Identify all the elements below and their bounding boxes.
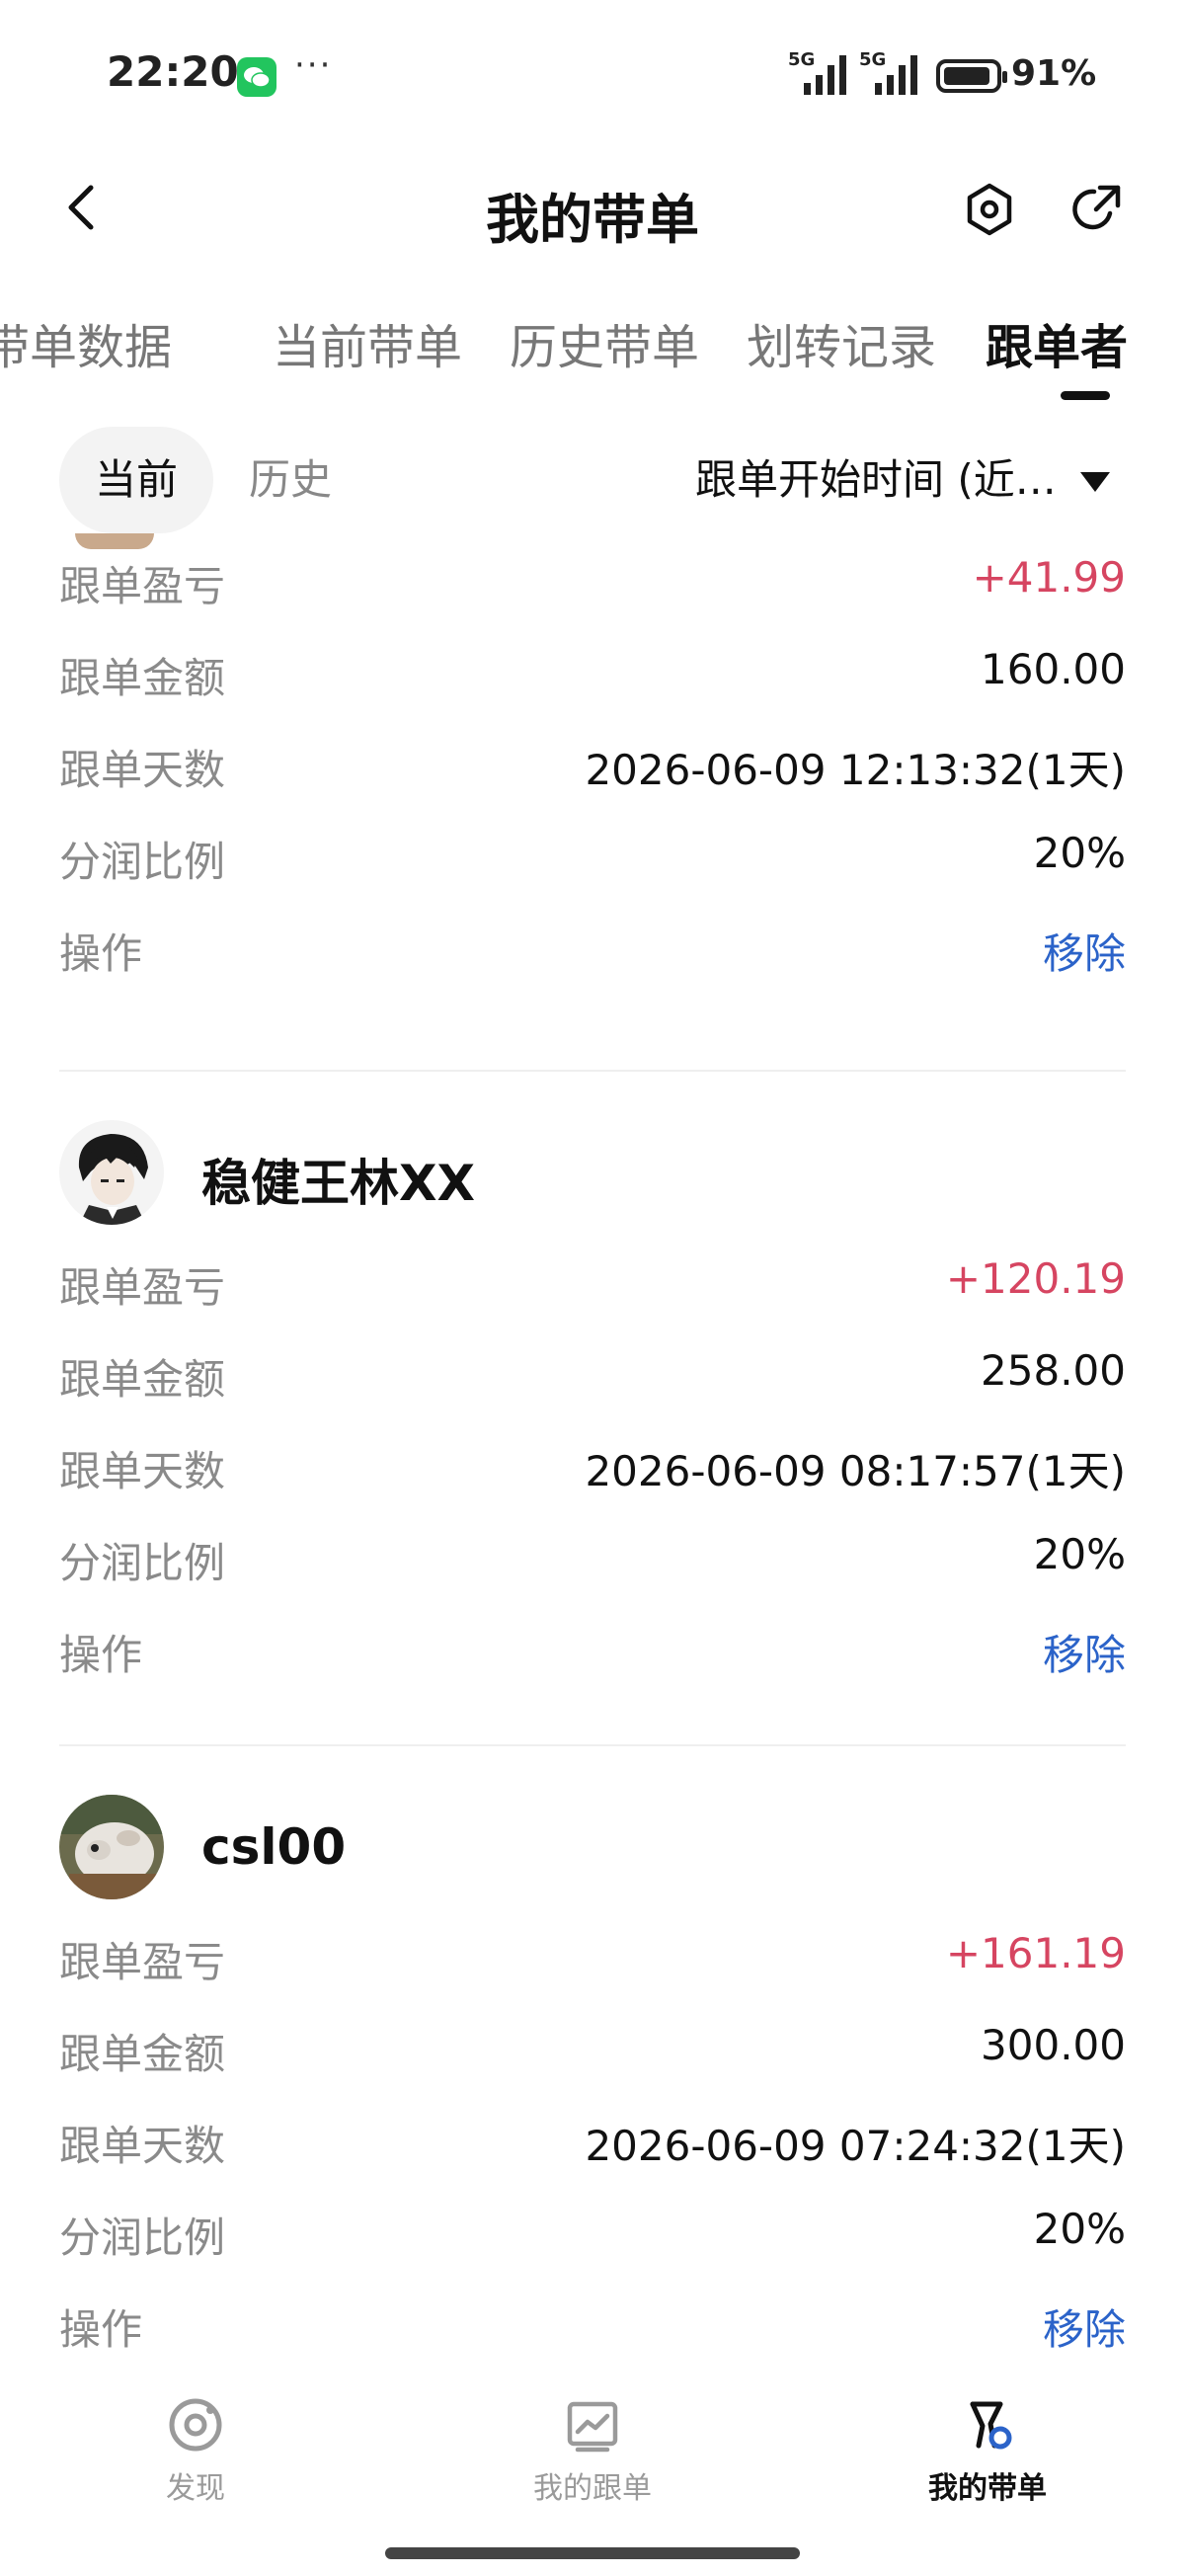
sort-dropdown[interactable]: 跟单开始时间 (近… [695,427,1149,533]
tab-active-indicator [1061,391,1110,400]
row-share-ratio: 分润比例 20% [59,1510,1126,1602]
row-amount: 跟单金额 160.00 [59,625,1126,717]
battery-percent: 91% [1011,53,1097,94]
remove-button[interactable]: 移除 [1043,921,1126,981]
segment-current[interactable]: 当前 [59,427,213,533]
nav-discover[interactable]: 发现 [77,2396,314,2525]
avatar[interactable] [59,1120,164,1225]
nav-label: 我的跟单 [533,2471,652,2506]
tab-bar: 带单数据 当前带单 历史带单 划转记录 跟单者 [0,296,1185,405]
remove-button[interactable]: 移除 [1043,2296,1126,2357]
tab-current-leads[interactable]: 当前带单 [273,308,462,377]
value-amount: 160.00 [981,645,1126,693]
share-icon[interactable] [1065,178,1128,241]
follower-card: 稳健王林XX 跟单盈亏 +120.19 跟单金额 258.00 跟单天数 202… [59,1106,1126,1694]
remove-button[interactable]: 移除 [1043,1622,1126,1682]
app-header: 我的带单 [0,158,1185,257]
label-action: 操作 [59,929,143,978]
label-share-ratio: 分润比例 [59,1539,226,1587]
value-pnl: +120.19 [945,1254,1126,1303]
value-pnl: +161.19 [945,1929,1126,1977]
caret-down-icon [1080,472,1110,492]
row-pnl: 跟单盈亏 +161.19 [59,1909,1126,2001]
follower-name: csl00 [201,1818,347,1876]
status-more-dots: ··· [294,45,333,85]
label-share-ratio: 分润比例 [59,838,226,886]
value-days: 2026-06-09 12:13:32(1天) [585,746,1126,794]
row-action: 操作 移除 [59,1602,1126,1694]
label-days: 跟单天数 [59,1447,226,1495]
settings-hexagon-icon[interactable] [958,178,1021,241]
signal-icon: 5G [788,49,849,97]
label-pnl: 跟单盈亏 [59,562,226,610]
home-indicator [385,2547,800,2559]
row-days: 跟单天数 2026-06-09 07:24:32(1天) [59,2093,1126,2185]
label-action: 操作 [59,1631,143,1679]
label-pnl: 跟单盈亏 [59,1263,226,1312]
label-amount: 跟单金额 [59,1355,226,1404]
nav-label: 我的带单 [928,2471,1047,2506]
status-time: 22:20 [107,47,239,96]
follower-header: 稳健王林XX [59,1106,1126,1235]
tab-transfer-records[interactable]: 划转记录 [747,308,936,377]
lead-trade-icon [959,2396,1016,2454]
row-share-ratio: 分润比例 20% [59,2185,1126,2277]
bottom-nav: 发现 我的跟单 我的带单 [0,2371,1185,2576]
row-amount: 跟单金额 300.00 [59,2001,1126,2093]
sort-dropdown-label: 跟单开始时间 (近… [695,455,1057,504]
chart-icon [564,2396,621,2454]
follower-list: 跟单盈亏 +41.99 跟单金额 160.00 跟单天数 2026-06-09 … [0,533,1185,2371]
value-share-ratio: 20% [1033,829,1126,877]
tab-history-leads[interactable]: 历史带单 [510,308,699,377]
nav-label: 发现 [166,2471,225,2506]
avatar[interactable] [59,1795,164,1899]
value-share-ratio: 20% [1033,2205,1126,2253]
label-pnl: 跟单盈亏 [59,1938,226,1986]
nav-my-leads[interactable]: 我的带单 [869,2396,1106,2525]
row-action: 操作 移除 [59,2277,1126,2369]
discover-icon [167,2396,224,2454]
divider [59,1744,1126,1746]
follower-name: 稳健王林XX [201,1155,476,1212]
follower-header: csl00 [59,1781,1126,1909]
value-amount: 258.00 [981,1346,1126,1395]
row-amount: 跟单金额 258.00 [59,1327,1126,1418]
follower-card: csl00 跟单盈亏 +161.19 跟单金额 300.00 跟单天数 2026… [59,1781,1126,2369]
row-action: 操作 移除 [59,901,1126,993]
follower-card: 跟单盈亏 +41.99 跟单金额 160.00 跟单天数 2026-06-09 … [59,533,1126,993]
wechat-icon [237,57,276,97]
tab-followers[interactable]: 跟单者 [986,308,1128,377]
value-days: 2026-06-09 08:17:57(1天) [585,1447,1126,1495]
filter-row: 当前 历史 跟单开始时间 (近… [0,425,1185,533]
row-pnl: 跟单盈亏 +120.19 [59,1235,1126,1327]
nav-my-follows[interactable]: 我的跟单 [474,2396,711,2525]
row-share-ratio: 分润比例 20% [59,809,1126,901]
tab-leading-data[interactable]: 带单数据 [0,308,172,377]
label-amount: 跟单金额 [59,654,226,702]
label-action: 操作 [59,2305,143,2354]
signal-icon-2: 5G [859,49,920,97]
status-bar: 22:20 ··· 5G 5G 91% [0,0,1185,148]
value-days: 2026-06-09 07:24:32(1天) [585,2122,1126,2170]
label-amount: 跟单金额 [59,2030,226,2078]
label-days: 跟单天数 [59,2122,226,2170]
divider [59,1070,1126,1072]
row-pnl: 跟单盈亏 +41.99 [59,533,1126,625]
label-share-ratio: 分润比例 [59,2214,226,2262]
label-days: 跟单天数 [59,746,226,794]
row-days: 跟单天数 2026-06-09 08:17:57(1天) [59,1418,1126,1510]
segment-history[interactable]: 历史 [249,427,332,533]
row-days: 跟单天数 2026-06-09 12:13:32(1天) [59,717,1126,809]
battery-icon [936,59,1007,93]
value-pnl: +41.99 [972,553,1126,602]
value-share-ratio: 20% [1033,1530,1126,1578]
value-amount: 300.00 [981,2021,1126,2069]
